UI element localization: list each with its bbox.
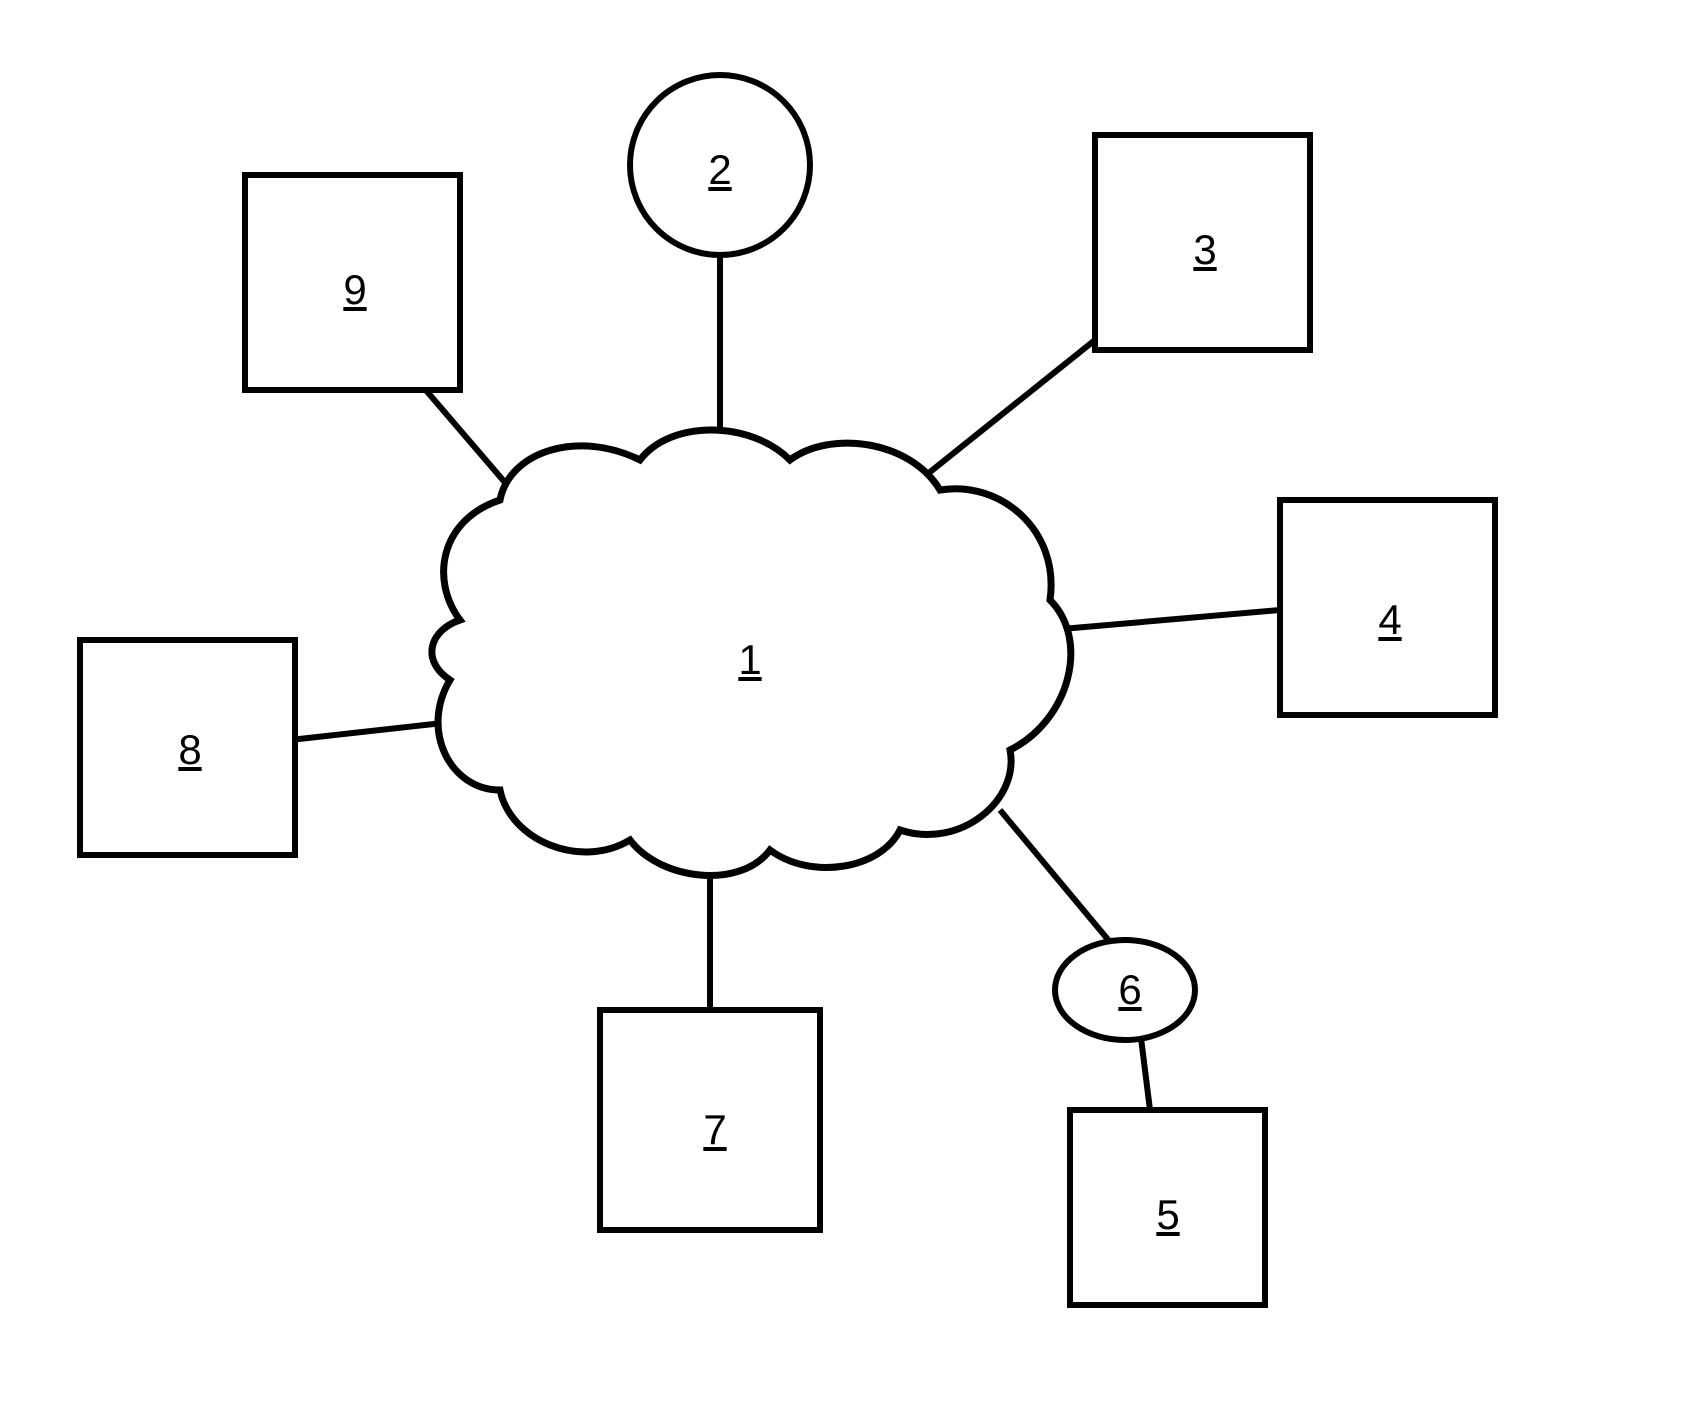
line-1-3 [920,320,1120,480]
label-5: 5 [1156,1191,1179,1239]
diagram-svg [0,0,1689,1426]
line-1-6 [1000,810,1125,960]
network-diagram: 1 2 3 4 5 6 7 8 9 [0,0,1689,1426]
label-1: 1 [738,636,761,684]
label-8: 8 [178,726,201,774]
label-2: 2 [708,146,731,194]
label-4: 4 [1378,596,1401,644]
line-1-4 [1050,610,1280,630]
label-6: 6 [1118,966,1141,1014]
line-6-5 [1140,1030,1150,1110]
label-9: 9 [343,266,366,314]
label-3: 3 [1193,226,1216,274]
label-7: 7 [703,1106,726,1154]
